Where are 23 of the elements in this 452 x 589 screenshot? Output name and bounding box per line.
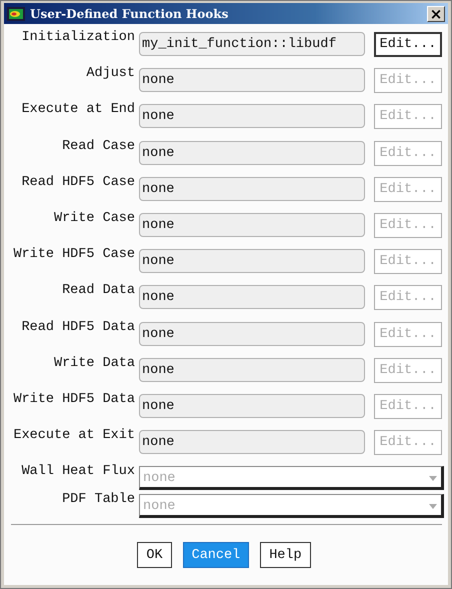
field-label: Write Case (52, 210, 135, 226)
field-label: Write HDF5 Case (12, 247, 135, 262)
app-icon (7, 6, 25, 20)
field-label: Execute at End (20, 102, 135, 118)
field-label: Read Data (61, 283, 135, 298)
caret-icon (429, 476, 437, 482)
dialog-button[interactable]: OK (137, 542, 172, 568)
edit-button[interactable]: Edit... (374, 32, 442, 57)
field-label: Write Data (52, 356, 135, 371)
field-label: PDF Table (61, 492, 135, 508)
field-label: Read HDF5 Data (20, 320, 135, 334)
window-title: User-Defined Function Hooks (30, 6, 230, 20)
text-field[interactable]: my_init_function::libudf (139, 32, 365, 56)
dialog-button[interactable]: Help (260, 542, 311, 568)
field-label: Write HDF5 Data (12, 392, 135, 407)
field-label: Execute at Exit (12, 428, 135, 444)
field-label: Read HDF5 Case (20, 174, 135, 190)
caret-icon (429, 504, 437, 510)
field-label: Adjust (85, 66, 135, 82)
field-label: Initialization (20, 30, 135, 45)
close-button[interactable]: × (427, 6, 445, 22)
field-label: Read Case (61, 138, 135, 154)
field-label: Wall Heat Flux (20, 464, 135, 480)
